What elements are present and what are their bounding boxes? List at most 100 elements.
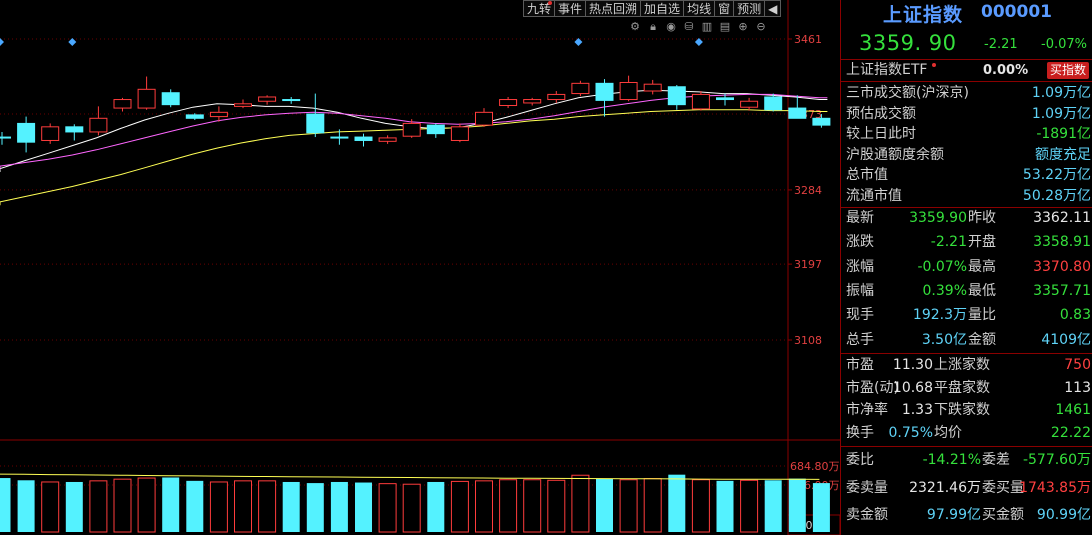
event-marker-icon (68, 38, 77, 46)
stat-value: 53.22万亿 (1022, 167, 1091, 183)
index-change-pct: -0.07% (1041, 37, 1087, 52)
volume-bar (691, 479, 710, 533)
volume-bar (764, 480, 782, 532)
index-name: 上证指数 (883, 4, 964, 26)
candle-body (89, 117, 108, 133)
candle-body (667, 86, 686, 106)
stat-label: 总市值 (846, 167, 888, 183)
stat-value: 1.09万亿 (1031, 105, 1091, 122)
tab-forecast[interactable]: 预测 (733, 0, 765, 17)
candle-body (161, 92, 180, 106)
zoom-out-icon[interactable]: ⊖ (754, 20, 768, 34)
volume-bar (571, 474, 590, 533)
candlestick (17, 116, 36, 153)
candle-body (547, 93, 566, 101)
trash-icon[interactable]: ▥ (700, 20, 714, 34)
quote-row: 市盈 11.30 上涨家数 750 (841, 355, 1092, 376)
stat-row: 沪股通额度余额 额度充足 (841, 145, 1092, 166)
tab-window[interactable]: 窗 (714, 0, 734, 17)
quote-row: 委比 -14.21% 委差 -577.60万 (841, 450, 1092, 471)
quote-label: 振幅 (846, 282, 874, 299)
price-tick-label: 3197 (794, 258, 822, 271)
quote-label: 平盘家数 (934, 379, 990, 396)
lock-icon[interactable]: 🔒︎ (646, 20, 660, 34)
event-marker-icon (574, 38, 583, 46)
stat-row: 较上日此时 -1891亿 (841, 124, 1092, 145)
quote-row: 最新 3359.90 昨收 3362.11 (841, 208, 1092, 229)
volume-bar (17, 480, 35, 532)
volume-bar (668, 474, 686, 532)
candle-body (812, 117, 831, 126)
candle-body (0, 136, 11, 139)
candle-body (691, 93, 710, 110)
eye-icon[interactable]: ◉ (664, 20, 678, 34)
quote-value: -0.07% (917, 258, 967, 275)
quote-label: 均价 (934, 424, 962, 441)
quote-value: 3.50亿 (921, 331, 967, 348)
volume-bar (596, 478, 613, 532)
index-change: -2.21 (984, 37, 1018, 52)
stat-label: 沪股通额度余额 (846, 146, 944, 163)
volume-bar (812, 483, 830, 532)
quote-row: 委卖量 2321.46万 委买量 1743.85万 (841, 478, 1092, 499)
volume-bar (402, 483, 421, 533)
settings-icon[interactable]: ⚙ (628, 20, 642, 34)
stat-label: 较上日此时 (846, 126, 916, 142)
etf-pct: 0.00% (983, 63, 1029, 78)
quote-value: 3370.80 (1033, 258, 1091, 275)
candlestick (499, 96, 518, 109)
candlestick (354, 133, 373, 147)
candlestick (89, 106, 108, 136)
tab-moving-average[interactable]: 均线 (683, 0, 715, 17)
etf-notification-dot (932, 63, 936, 67)
zoom-in-icon[interactable]: ⊕ (736, 20, 750, 34)
event-marker-icon (0, 38, 4, 46)
buy-index-button[interactable]: 买指数 (1046, 62, 1089, 79)
candlestick (0, 131, 11, 145)
kline-chart[interactable]: 34613373328431973108684.80万346.00万X100 (0, 0, 840, 535)
candle-body (740, 100, 759, 108)
kline-chart-area[interactable]: 34613373328431973108684.80万346.00万X100 九… (0, 0, 840, 535)
candlestick (161, 89, 180, 108)
quote-label: 市净率 (846, 402, 888, 418)
candlestick (137, 76, 156, 110)
volume-bar (740, 479, 759, 533)
candlestick (234, 99, 252, 109)
volume-bar (89, 480, 108, 533)
basket-icon[interactable]: ⛁ (682, 20, 696, 34)
volume-bar (475, 480, 493, 533)
quote-panel: 上证指数 000001 3359. 90 -2.21 -0.07% 上证指数ET… (840, 0, 1092, 535)
etf-row[interactable]: 上证指数ETF 0.00% 买指数 (841, 60, 1092, 81)
tab-hotspot-review[interactable]: 热点回溯 (585, 0, 641, 17)
volume-bar (137, 477, 156, 533)
volume-bar (209, 481, 228, 533)
volume-bar (788, 478, 806, 532)
quote-value: 3359.90 (909, 210, 967, 226)
quote-label: 委比 (846, 452, 874, 468)
quote-value: 11.30 (892, 357, 933, 373)
volume-bar (427, 481, 445, 532)
candle-body (185, 114, 204, 119)
tab-add-watchlist[interactable]: 加自选 (640, 0, 684, 17)
quote-value: 4109亿 (1041, 331, 1091, 348)
candle-body (65, 126, 84, 133)
price-axis-labels: 34613373328431973108 (794, 33, 822, 347)
volume-bar (643, 478, 662, 533)
tab-events[interactable]: 事件 (554, 0, 586, 17)
quote-row: 卖金额 97.99亿 买金额 90.99亿 (841, 505, 1092, 526)
volume-tick-label: 684.80万 (790, 460, 840, 473)
stat-value: 1.09万亿 (1031, 85, 1091, 101)
quote-value: 3357.71 (1033, 282, 1091, 299)
candle-body (643, 83, 662, 92)
volume-bar (258, 480, 277, 533)
candle-body (306, 113, 325, 134)
quote-label: 涨幅 (846, 258, 874, 275)
calendar-icon[interactable]: ▤ (718, 20, 732, 34)
stat-value: 50.28万亿 (1022, 187, 1091, 204)
candlestick (523, 97, 542, 106)
candlestick (282, 96, 301, 104)
volume-bar (113, 478, 132, 533)
collapse-arrow-icon[interactable]: ◀ (764, 0, 782, 17)
quote-label: 最新 (846, 210, 874, 226)
quote-value: 97.99亿 (926, 507, 981, 523)
